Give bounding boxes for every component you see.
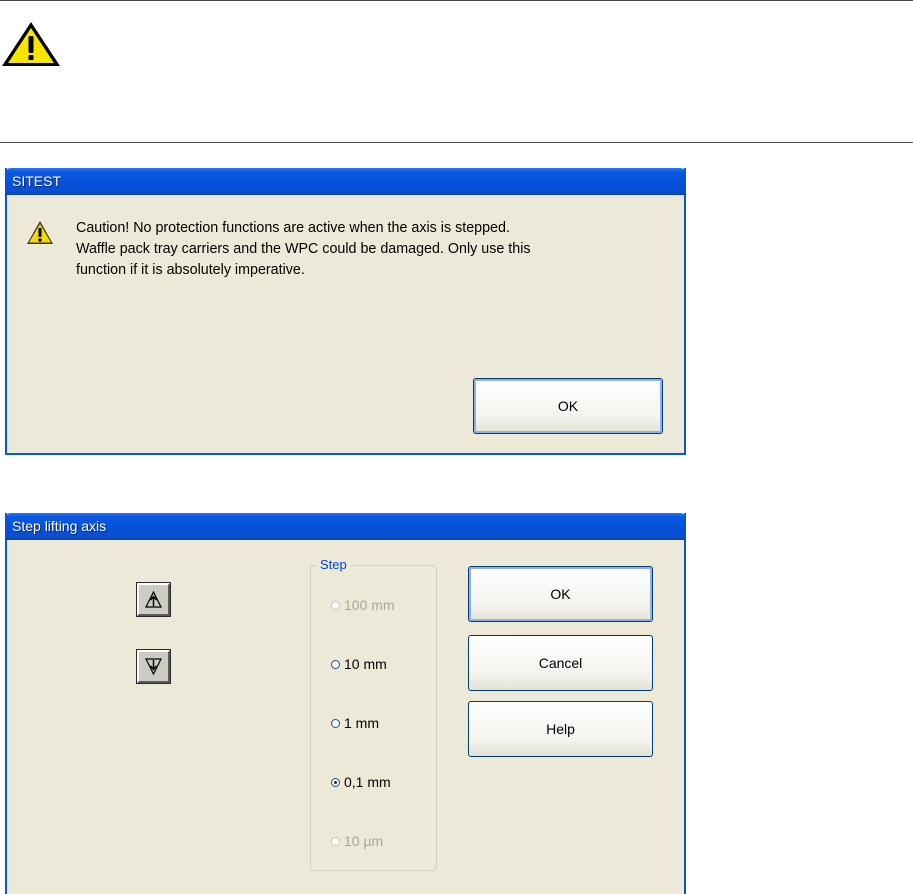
step-down-button[interactable] <box>136 649 171 684</box>
caution-message-line-1: Caution! No protection functions are act… <box>76 220 510 236</box>
radio-selected-icon[interactable] <box>331 777 340 787</box>
caution-message-line-2: Waffle pack tray carriers and the WPC co… <box>76 241 531 257</box>
step-up-button[interactable] <box>136 582 171 617</box>
warning-sign-icon <box>2 22 60 66</box>
caution-dialog: SITEST Caution! No protection functions … <box>5 168 686 455</box>
step-ok-button[interactable]: OK <box>468 566 653 622</box>
section-rule <box>0 142 913 143</box>
step-option-label: 100 mm <box>344 597 395 613</box>
arrow-up-icon <box>145 590 162 608</box>
step-group-label: Step <box>317 557 350 572</box>
step-option-10mm[interactable]: 10 mm <box>331 656 387 672</box>
top-rule <box>0 0 913 1</box>
step-group: Step 100 mm 10 mm 1 mm 0,1 mm 10 µm <box>310 557 437 871</box>
caution-ok-button[interactable]: OK <box>473 378 663 434</box>
arrow-down-icon <box>145 658 162 676</box>
step-help-button[interactable]: Help <box>468 701 653 757</box>
radio-icon <box>331 600 340 610</box>
caution-dialog-title[interactable]: SITEST <box>5 168 686 195</box>
radio-icon[interactable] <box>331 718 340 728</box>
step-option-label: 1 mm <box>344 715 379 731</box>
step-option-label: 10 mm <box>344 656 387 672</box>
caution-message-line-3: function if it is absolutely imperative. <box>76 262 305 278</box>
step-option-label: 0,1 mm <box>344 774 391 790</box>
step-option-100mm: 100 mm <box>331 597 395 613</box>
radio-icon <box>331 836 340 846</box>
step-option-0-1mm[interactable]: 0,1 mm <box>331 774 391 790</box>
step-dialog-title[interactable]: Step lifting axis <box>5 513 686 540</box>
step-option-1mm[interactable]: 1 mm <box>331 715 379 731</box>
step-cancel-button[interactable]: Cancel <box>468 635 653 691</box>
step-lifting-axis-dialog: Step lifting axis Step 100 mm 10 mm 1 mm <box>5 513 686 894</box>
warning-icon <box>27 221 53 244</box>
radio-icon[interactable] <box>331 659 340 669</box>
step-option-10um: 10 µm <box>331 833 383 849</box>
caution-message: Caution! No protection functions are act… <box>76 218 676 281</box>
step-option-label: 10 µm <box>344 833 384 849</box>
